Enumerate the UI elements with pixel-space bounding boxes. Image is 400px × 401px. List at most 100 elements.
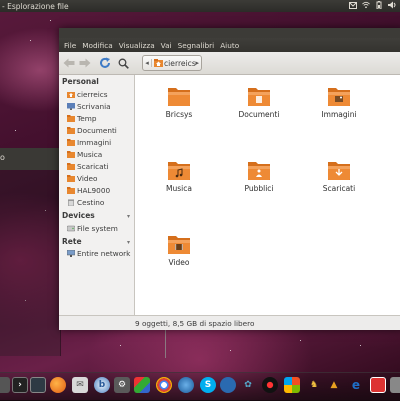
sidebar-item-label: File system [77, 224, 118, 233]
back-arrow-icon [63, 58, 75, 68]
documents-folder-icon [248, 88, 270, 106]
sidebar-item-hal9000[interactable]: HAL9000 [67, 185, 110, 196]
sidebar-item-filesystem[interactable]: File system [67, 223, 118, 234]
apps-icon[interactable] [0, 377, 10, 393]
top-panel: - Esplorazione file [0, 0, 400, 12]
drive-icon [67, 225, 75, 232]
menu-file[interactable]: File [61, 41, 79, 50]
sidebar-item-label: Documenti [77, 126, 117, 135]
monitor-icon[interactable] [30, 377, 46, 393]
mail-icon[interactable]: ✉ [72, 377, 88, 393]
folder-icon [67, 139, 75, 146]
chess-icon[interactable]: ♞ [306, 377, 322, 393]
network-icon [67, 250, 75, 257]
file-item-video[interactable]: Video [149, 233, 209, 267]
update-icon[interactable] [220, 377, 236, 393]
background-window-label: o [0, 153, 5, 162]
hal-icon[interactable] [262, 377, 278, 393]
places-sidebar: Personal cierreics Scrivania Temp Docume… [59, 75, 135, 316]
media-icon[interactable] [134, 377, 150, 393]
menu-bar: File Modifica Visualizza Vai Segnalibri … [59, 38, 400, 52]
sidebar-item-documenti[interactable]: Documenti [67, 125, 117, 136]
search-button[interactable] [116, 56, 130, 70]
reload-button[interactable] [98, 56, 112, 70]
file-item-scaricati[interactable]: Scaricati [309, 159, 369, 193]
sidebar-item-home[interactable]: cierreics [67, 89, 108, 100]
breadcrumb-current[interactable]: cierreics [164, 59, 196, 68]
menu-aiuto[interactable]: Aiuto [217, 41, 242, 50]
butterfly-icon[interactable]: ✿ [240, 377, 256, 393]
sidebar-item-immagini[interactable]: Immagini [67, 137, 111, 148]
location-breadcrumb[interactable]: ◂ cierreics ▸ [142, 55, 202, 71]
status-text: 9 oggetti, 8,5 GB di spazio libero [135, 318, 255, 328]
sidebar-item-temp[interactable]: Temp [67, 113, 96, 124]
home-folder-icon [154, 59, 163, 67]
breadcrumb-left-arrow-icon[interactable]: ◂ [143, 59, 152, 67]
collapse-devices-icon[interactable]: ▾ [127, 213, 130, 220]
menu-modifica[interactable]: Modifica [79, 41, 116, 50]
collapse-network-icon[interactable]: ▾ [127, 239, 130, 246]
section-devices: Devices [62, 211, 95, 220]
menu-segnalibri[interactable]: Segnalibri [175, 41, 218, 50]
sidebar-item-musica[interactable]: Musica [67, 149, 102, 160]
sidebar-item-video[interactable]: Video [67, 173, 97, 184]
file-label: Pubblici [244, 184, 274, 193]
toolbar: ◂ cierreics ▸ [59, 52, 400, 75]
skype-icon[interactable]: S [200, 377, 216, 393]
battery-icon[interactable] [375, 1, 383, 9]
sidebar-item-network[interactable]: Entire network [67, 248, 130, 259]
status-bar: 9 oggetti, 8,5 GB di spazio libero [59, 315, 400, 330]
menu-vai[interactable]: Vai [158, 41, 175, 50]
back-button[interactable] [62, 56, 76, 70]
settings-icon[interactable]: ⚙ [114, 377, 130, 393]
forward-button[interactable] [78, 56, 92, 70]
ie-icon[interactable]: e [348, 377, 364, 393]
sidebar-item-label: HAL9000 [77, 186, 111, 195]
terminal-icon[interactable]: › [12, 377, 28, 393]
file-item-pubblici[interactable]: Pubblici [229, 159, 289, 193]
chrome-icon[interactable] [156, 377, 172, 393]
wifi-icon[interactable] [362, 1, 370, 9]
volume-icon[interactable] [388, 1, 396, 9]
system-tray [349, 1, 396, 9]
downloads-folder-icon [328, 162, 350, 180]
background-window-titlebar[interactable]: o [0, 148, 60, 170]
calendar-icon[interactable] [370, 377, 386, 393]
pictures-folder-icon [328, 88, 350, 106]
public-folder-icon [248, 162, 270, 180]
file-label: Scaricati [322, 184, 356, 193]
sidebar-item-scaricati[interactable]: Scaricati [67, 161, 109, 172]
file-item-immagini[interactable]: Immagini [309, 85, 369, 119]
file-manager-window: File Modifica Visualizza Vai Segnalibri … [59, 28, 400, 330]
file-label: Immagini [321, 110, 357, 119]
sidebar-item-label: Video [77, 174, 98, 183]
background-window [0, 170, 61, 356]
window-titlebar[interactable] [59, 28, 400, 38]
folder-icon [67, 187, 75, 194]
dock: › ✉ b ⚙ S ✿ ♞ ▲ e [0, 372, 400, 401]
app-icon[interactable] [390, 377, 400, 393]
file-item-bricsys[interactable]: Bricsys [149, 85, 209, 119]
file-item-musica[interactable]: Musica [149, 159, 209, 193]
sidebar-item-scrivania[interactable]: Scrivania [67, 101, 111, 112]
sidebar-item-label: Entire network [77, 249, 131, 258]
mail-icon[interactable] [349, 1, 357, 9]
breadcrumb-right-arrow-icon[interactable]: ▸ [195, 59, 199, 67]
sidebar-item-cestino[interactable]: Cestino [67, 197, 104, 208]
menu-visualizza[interactable]: Visualizza [116, 41, 158, 50]
windows-icon[interactable] [284, 377, 300, 393]
sidebar-item-label: Cestino [77, 198, 105, 207]
forward-arrow-icon [79, 58, 91, 68]
vlc-icon[interactable]: ▲ [326, 377, 342, 393]
section-network: Rete [62, 237, 82, 246]
sidebar-item-label: Musica [77, 150, 103, 159]
firefox-icon[interactable] [50, 377, 66, 393]
folder-icon [67, 151, 75, 158]
folder-icon [168, 88, 190, 106]
folder-icon [67, 175, 75, 182]
file-item-documenti[interactable]: Documenti [229, 85, 289, 119]
ccleaner-icon[interactable] [178, 377, 194, 393]
sidebar-item-label: Scaricati [77, 162, 109, 171]
background-window-edge [165, 328, 166, 358]
bluetooth-icon[interactable]: b [94, 377, 110, 393]
